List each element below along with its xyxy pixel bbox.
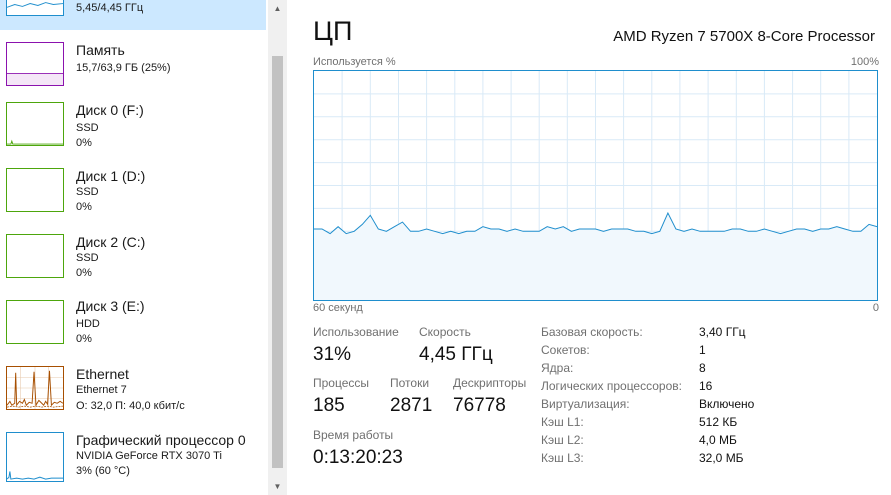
sidebar-item-sub: SSD <box>76 186 99 198</box>
memory-thumbnail-graph <box>6 42 64 86</box>
detail-value: 8 <box>699 361 706 375</box>
sidebar-item-sub: 0% <box>76 201 92 213</box>
sidebar-item-disk3[interactable]: Диск 3 (E:) HDD 0% <box>0 298 266 358</box>
ethernet-thumbnail-graph <box>6 366 64 410</box>
cpu-usage-graph <box>313 70 878 301</box>
detail-value: Включено <box>699 397 755 411</box>
detail-value: 32,0 МБ <box>699 451 744 465</box>
detail-label: Ядра: <box>541 361 574 375</box>
disk-thumbnail-graph <box>6 168 64 212</box>
sidebar-scrollbar[interactable]: ▲ ▼ <box>268 0 287 495</box>
detail-value: 3,40 ГГц <box>699 325 746 339</box>
speed-value: 4,45 ГГц <box>419 344 493 365</box>
sidebar-item-sub: Ethernet 7 <box>76 384 127 396</box>
detail-label: Логических процессоров: <box>541 379 682 393</box>
utilization-label: Использование <box>313 325 399 339</box>
page-title: ЦП <box>313 16 353 46</box>
sidebar-item-sub: О: 32,0 П: 40,0 кбит/с <box>76 400 185 412</box>
sidebar-item-sub: SSD <box>76 122 99 134</box>
utilization-value: 31% <box>313 344 352 365</box>
threads-label: Потоки <box>390 376 430 390</box>
threads-value: 2871 <box>390 395 433 416</box>
handles-label: Дескрипторы <box>453 376 527 390</box>
handles-value: 76778 <box>453 395 506 416</box>
sidebar-item-sub: SSD <box>76 252 99 264</box>
scroll-up-icon[interactable]: ▲ <box>268 0 287 17</box>
detail-label: Кэш L2: <box>541 433 584 447</box>
sidebar-item-sub: HDD <box>76 318 100 330</box>
detail-label: Виртуализация: <box>541 397 630 411</box>
sidebar-item-sub: 0% <box>76 267 92 279</box>
processes-label: Процессы <box>313 376 370 390</box>
sidebar: 5,45/4,45 ГГц Память 15,7/63,9 ГБ (25%) … <box>0 0 268 495</box>
sidebar-item-label: Графический процессор 0 <box>76 432 246 448</box>
sidebar-item-ethernet[interactable]: Ethernet Ethernet 7 О: 32,0 П: 40,0 кбит… <box>0 364 266 424</box>
sidebar-item-sub: 3% (60 °C) <box>76 465 130 477</box>
sidebar-item-disk1[interactable]: Диск 1 (D:) SSD 0% <box>0 166 266 226</box>
graph-x-left-label: 60 секунд <box>313 302 363 314</box>
sidebar-item-label: Диск 3 (E:) <box>76 298 145 314</box>
sidebar-item-sub: 5,45/4,45 ГГц <box>76 2 144 14</box>
sidebar-item-disk0[interactable]: Диск 0 (F:) SSD 0% <box>0 100 266 160</box>
scroll-thumb[interactable] <box>272 56 283 468</box>
detail-label: Кэш L1: <box>541 415 584 429</box>
sidebar-item-label: Диск 1 (D:) <box>76 168 146 184</box>
graph-y-label: Используется % <box>313 56 396 68</box>
disk-thumbnail-graph <box>6 102 64 146</box>
sidebar-item-memory[interactable]: Память 15,7/63,9 ГБ (25%) <box>0 38 266 98</box>
detail-value: 512 КБ <box>699 415 738 429</box>
sidebar-item-label: Диск 2 (C:) <box>76 234 146 250</box>
sidebar-item-gpu[interactable]: Графический процессор 0 NVIDIA GeForce R… <box>0 430 266 490</box>
graph-x-right-label: 0 <box>872 302 879 314</box>
uptime-label: Время работы <box>313 428 394 442</box>
sidebar-item-label: Память <box>76 42 125 58</box>
sidebar-item-sub: 0% <box>76 137 92 149</box>
detail-label: Базовая скорость: <box>541 325 643 339</box>
uptime-value: 0:13:20:23 <box>313 447 403 468</box>
cpu-usage-chart <box>314 71 877 300</box>
detail-label: Сокетов: <box>541 343 590 357</box>
sidebar-item-sub: 15,7/63,9 ГБ (25%) <box>76 62 171 74</box>
detail-value: 1 <box>699 343 706 357</box>
sidebar-item-label: Диск 0 (F:) <box>76 102 144 118</box>
speed-label: Скорость <box>419 325 471 339</box>
disk-thumbnail-graph <box>6 300 64 344</box>
graph-y-max-label: 100% <box>850 56 879 68</box>
cpu-thumbnail-graph <box>6 0 64 16</box>
cpu-detail-pane: ЦП AMD Ryzen 7 5700X 8-Core Processor Ис… <box>287 0 891 495</box>
disk-thumbnail-graph <box>6 234 64 278</box>
scroll-down-icon[interactable]: ▼ <box>268 478 287 495</box>
sidebar-item-cpu[interactable]: 5,45/4,45 ГГц <box>0 0 266 30</box>
sidebar-item-disk2[interactable]: Диск 2 (C:) SSD 0% <box>0 232 266 292</box>
detail-label: Кэш L3: <box>541 451 584 465</box>
sidebar-item-sub: 0% <box>76 333 92 345</box>
sidebar-item-sub: NVIDIA GeForce RTX 3070 Ti <box>76 450 222 462</box>
sidebar-item-label: Ethernet <box>76 366 129 382</box>
processes-value: 185 <box>313 395 345 416</box>
detail-value: 4,0 МБ <box>699 433 737 447</box>
gpu-thumbnail-graph <box>6 432 64 482</box>
detail-value: 16 <box>699 379 713 393</box>
processor-name: AMD Ryzen 7 5700X 8-Core Processor <box>613 28 875 45</box>
